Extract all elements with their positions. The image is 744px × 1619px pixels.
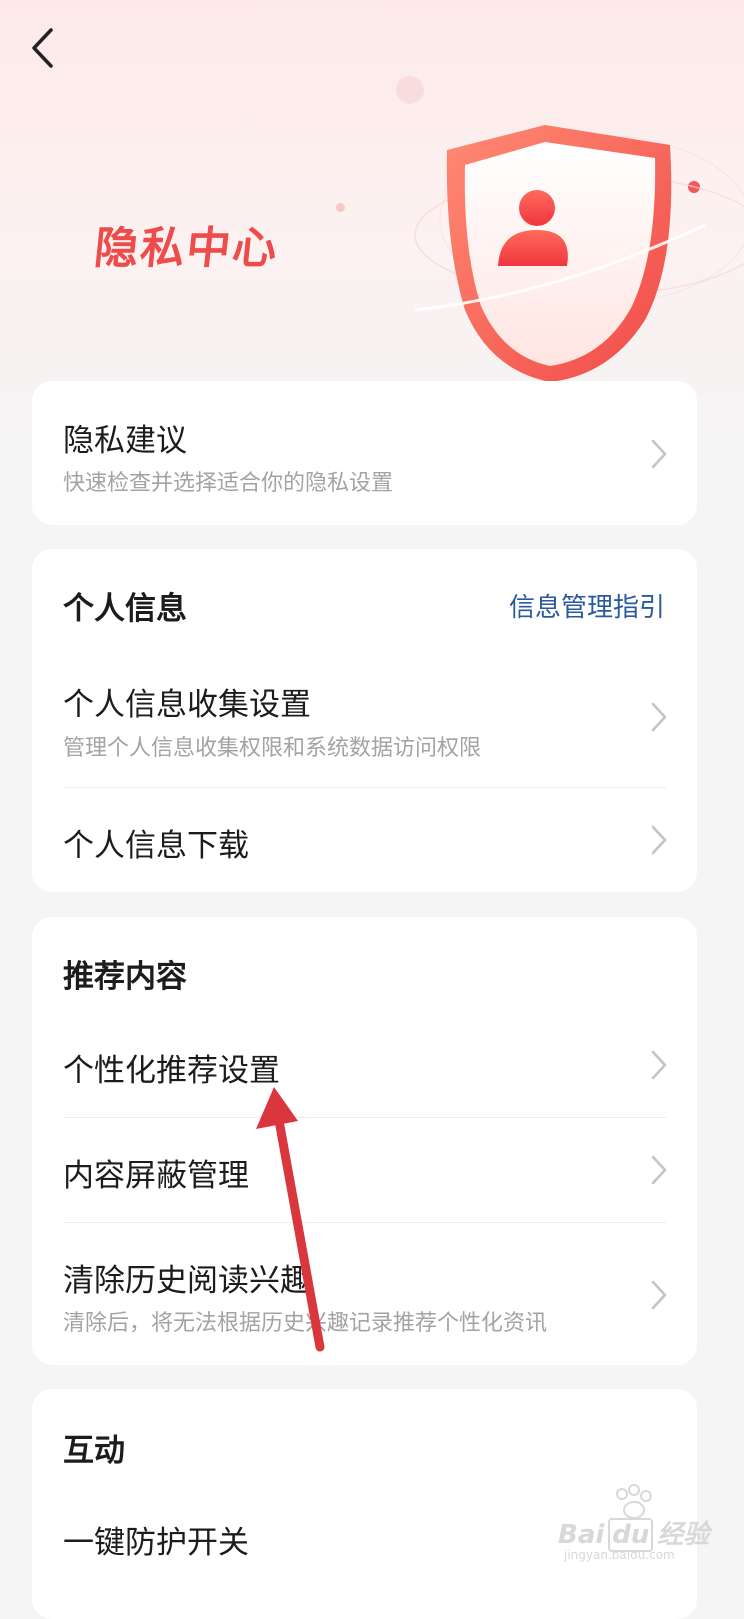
privacy-suggestion-row[interactable]: 隐私建议 快速检查并选择适合你的隐私设置 — [32, 381, 697, 525]
row-title: 一键防护开关 — [63, 1525, 249, 1561]
watermark-url: jingyan.baidu.com — [564, 1548, 675, 1562]
info-management-guide-link[interactable]: 信息管理指引 — [509, 587, 665, 624]
chevron-right-icon — [651, 825, 667, 855]
watermark-brand-suffix: du — [608, 1518, 654, 1552]
personal-info-collection-row[interactable]: 个人信息收集设置 管理个人信息收集权限和系统数据访问权限 — [32, 659, 697, 787]
chevron-left-icon — [32, 28, 53, 68]
row-title: 内容屏蔽管理 — [63, 1158, 249, 1194]
watermark-brand: Bai du 经验 — [558, 1514, 710, 1552]
back-button[interactable] — [22, 22, 70, 76]
row-subtitle: 快速检查并选择适合你的隐私设置 — [63, 471, 394, 496]
decor-dot — [336, 203, 345, 212]
privacy-suggestion-card: 隐私建议 快速检查并选择适合你的隐私设置 — [32, 381, 697, 525]
chevron-right-icon — [651, 702, 667, 732]
section-title-recommend: 推荐内容 — [63, 959, 187, 995]
content-block-manage-row[interactable]: 内容屏蔽管理 — [32, 1118, 697, 1222]
chevron-right-icon — [651, 439, 667, 469]
chevron-right-icon — [651, 1280, 667, 1310]
row-title: 隐私建议 — [63, 423, 187, 459]
row-title: 清除历史阅读兴趣 — [63, 1263, 311, 1299]
recommend-content-card: 推荐内容 个性化推荐设置 内容屏蔽管理 清除历史阅读兴趣 清除后，将无法根据历史… — [32, 917, 697, 1365]
page-title: 隐私中心 — [91, 223, 282, 274]
row-title: 个人信息收集设置 — [63, 687, 311, 723]
baidu-jingyan-watermark: Bai du 经验 jingyan.baidu.com — [552, 1478, 709, 1568]
clear-history-interest-row[interactable]: 清除历史阅读兴趣 清除后，将无法根据历史兴趣记录推荐个性化资讯 — [32, 1223, 697, 1365]
row-title: 个人信息下载 — [63, 828, 249, 864]
personal-info-card: 个人信息 信息管理指引 个人信息收集设置 管理个人信息收集权限和系统数据访问权限… — [32, 549, 697, 892]
row-subtitle: 清除后，将无法根据历史兴趣记录推荐个性化资讯 — [63, 1311, 548, 1336]
personal-info-download-row[interactable]: 个人信息下载 — [32, 788, 697, 892]
watermark-cn: 经验 — [657, 1520, 710, 1550]
section-title-interaction: 互动 — [63, 1433, 125, 1469]
chevron-right-icon — [651, 1155, 667, 1185]
chevron-right-icon — [651, 1050, 667, 1080]
shield-user-icon — [414, 125, 744, 382]
watermark-brand-text: Bai — [558, 1520, 605, 1550]
row-subtitle: 管理个人信息收集权限和系统数据访问权限 — [63, 736, 482, 761]
row-title: 个性化推荐设置 — [63, 1053, 280, 1089]
section-title-personal-info: 个人信息 — [63, 591, 187, 627]
personalized-recommend-row[interactable]: 个性化推荐设置 — [32, 1013, 697, 1117]
